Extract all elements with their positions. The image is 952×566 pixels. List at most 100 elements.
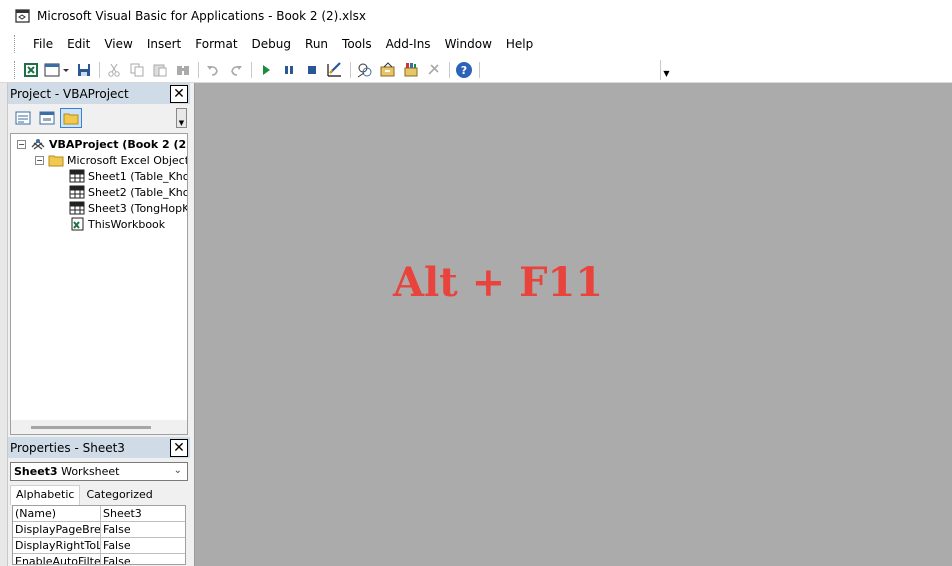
properties-grid: (Name) Sheet3 DisplayPageBreaks False Di… (12, 505, 186, 565)
property-row[interactable]: EnableAutoFilter False (13, 554, 185, 564)
toolbar-separator (479, 62, 480, 78)
project-explorer-toolbar: ▼ (8, 104, 190, 131)
tree-item-sheet3[interactable]: Sheet3 (TongHopKh (69, 200, 188, 216)
tab-categorized[interactable]: Categorized (80, 485, 158, 505)
property-row[interactable]: (Name) Sheet3 (13, 506, 185, 522)
close-project-explorer-button[interactable]: ✕ (170, 84, 188, 103)
folder-icon (48, 153, 64, 167)
tree-item-label: Sheet3 (TongHopKh (88, 201, 188, 215)
menu-window[interactable]: Window (438, 33, 499, 55)
properties-window-icon[interactable] (377, 60, 398, 80)
property-row[interactable]: DisplayRightToLeft False (13, 538, 185, 554)
window-left-edge (0, 83, 8, 566)
properties-window: Properties - Sheet3 ✕ Sheet3 Worksheet ⌄… (8, 437, 190, 566)
paste-icon[interactable] (149, 60, 170, 80)
redo-icon[interactable] (225, 60, 246, 80)
property-row[interactable]: DisplayPageBreaks False (13, 522, 185, 538)
undo-icon[interactable] (202, 60, 223, 80)
reset-icon[interactable] (301, 60, 322, 80)
project-tree: − VBAProject (Book 2 (2).xlsx) − Microso… (10, 133, 188, 435)
tree-item-thisworkbook[interactable]: ThisWorkbook (69, 216, 165, 232)
copy-icon[interactable] (126, 60, 147, 80)
workbook-icon (69, 217, 85, 231)
tree-item-label: Sheet1 (Table_Kho_ (88, 169, 188, 183)
standard-toolbar: ? ▼ (0, 56, 952, 83)
run-icon[interactable] (255, 60, 276, 80)
toolbar-grip[interactable] (14, 61, 18, 79)
vba-app-icon (15, 9, 30, 23)
tree-node-excel-objects[interactable]: − Microsoft Excel Objects (35, 152, 188, 168)
toolbar-strip: ? (14, 59, 672, 81)
toolbar-separator (350, 62, 351, 78)
object-name: Sheet3 (14, 465, 58, 478)
help-icon[interactable]: ? (453, 60, 474, 80)
toolbar-separator (99, 62, 100, 78)
menu-view[interactable]: View (97, 33, 139, 55)
properties-tabs: Alphabetic Categorized (8, 485, 190, 505)
menu-format[interactable]: Format (188, 33, 244, 55)
tree-node-vbaproject[interactable]: − VBAProject (Book 2 (2).xlsx) (17, 136, 187, 152)
object-type: Worksheet (61, 465, 120, 478)
menu-insert[interactable]: Insert (140, 33, 188, 55)
window-title: Microsoft Visual Basic for Applications … (37, 9, 366, 23)
toolbar-separator (251, 62, 252, 78)
tree-item-label: ThisWorkbook (88, 217, 166, 231)
property-name: (Name) (13, 506, 101, 521)
svg-text:?: ? (460, 64, 466, 77)
collapse-icon[interactable]: − (35, 155, 44, 165)
menu-file[interactable]: File (26, 33, 60, 55)
menu-bar: File Edit View Insert Format Debug Run T… (0, 32, 952, 56)
properties-header: Properties - Sheet3 ✕ (8, 437, 190, 458)
toolbox-icon[interactable] (423, 60, 444, 80)
project-explorer-header: Project - VBAProject ✕ (8, 83, 190, 104)
toolbar-separator (198, 62, 199, 78)
code-workspace[interactable] (195, 83, 952, 566)
insert-userform-icon[interactable] (43, 60, 71, 80)
find-icon[interactable] (172, 60, 193, 80)
worksheet-icon (69, 169, 85, 183)
menu-debug[interactable]: Debug (245, 33, 298, 55)
tab-alphabetic[interactable]: Alphabetic (10, 485, 81, 505)
tree-root-label: VBAProject (Book 2 (2).xlsx) (49, 137, 187, 151)
toolbar-separator (449, 62, 450, 78)
project-explorer-icon[interactable] (354, 60, 375, 80)
tree-item-sheet2[interactable]: Sheet2 (Table_Kho_ (69, 184, 188, 200)
toolbar-overflow-icon[interactable]: ▼ (660, 60, 672, 80)
tree-item-sheet1[interactable]: Sheet1 (Table_Kho_ (69, 168, 188, 184)
design-mode-icon[interactable] (324, 60, 345, 80)
cut-icon[interactable] (103, 60, 124, 80)
tree-item-label: Sheet2 (Table_Kho_ (88, 185, 188, 199)
project-explorer-title: Project - VBAProject (10, 86, 129, 101)
view-excel-icon[interactable] (20, 60, 41, 80)
collapse-icon[interactable]: − (17, 139, 26, 149)
shortcut-overlay-text: Alt + F11 (393, 259, 604, 306)
title-bar: Microsoft Visual Basic for Applications … (0, 0, 952, 32)
toggle-folders-icon[interactable] (60, 107, 82, 128)
close-properties-button[interactable]: ✕ (170, 438, 188, 457)
object-selector[interactable]: Sheet3 Worksheet ⌄ (10, 462, 188, 481)
save-icon[interactable] (73, 60, 94, 80)
menu-tools[interactable]: Tools (335, 33, 379, 55)
property-value[interactable]: False (101, 554, 131, 564)
project-tree-scrollbar[interactable] (11, 420, 187, 434)
project-explorer: Project - VBAProject ✕ ▼ − VBAProject (B… (8, 83, 190, 437)
break-icon[interactable] (278, 60, 299, 80)
scrollbar-thumb[interactable] (31, 426, 151, 429)
view-code-icon[interactable] (12, 108, 34, 128)
project-toolbar-scroll-icon[interactable]: ▼ (176, 108, 187, 128)
tree-folder-label: Microsoft Excel Objects (67, 153, 188, 167)
view-object-icon[interactable] (36, 108, 58, 128)
menu-run[interactable]: Run (298, 33, 335, 55)
menu-help[interactable]: Help (499, 33, 540, 55)
object-browser-icon[interactable] (400, 60, 421, 80)
property-value[interactable]: False (101, 538, 131, 553)
vba-project-icon (30, 137, 46, 151)
menu-edit[interactable]: Edit (60, 33, 97, 55)
property-value[interactable]: Sheet3 (101, 506, 142, 521)
property-value[interactable]: False (101, 522, 131, 537)
worksheet-icon (69, 201, 85, 215)
properties-title: Properties - Sheet3 (10, 440, 125, 455)
menu-grip[interactable] (14, 35, 18, 53)
property-name: DisplayPageBreaks (15, 522, 101, 537)
menu-add-ins[interactable]: Add-Ins (379, 33, 438, 55)
